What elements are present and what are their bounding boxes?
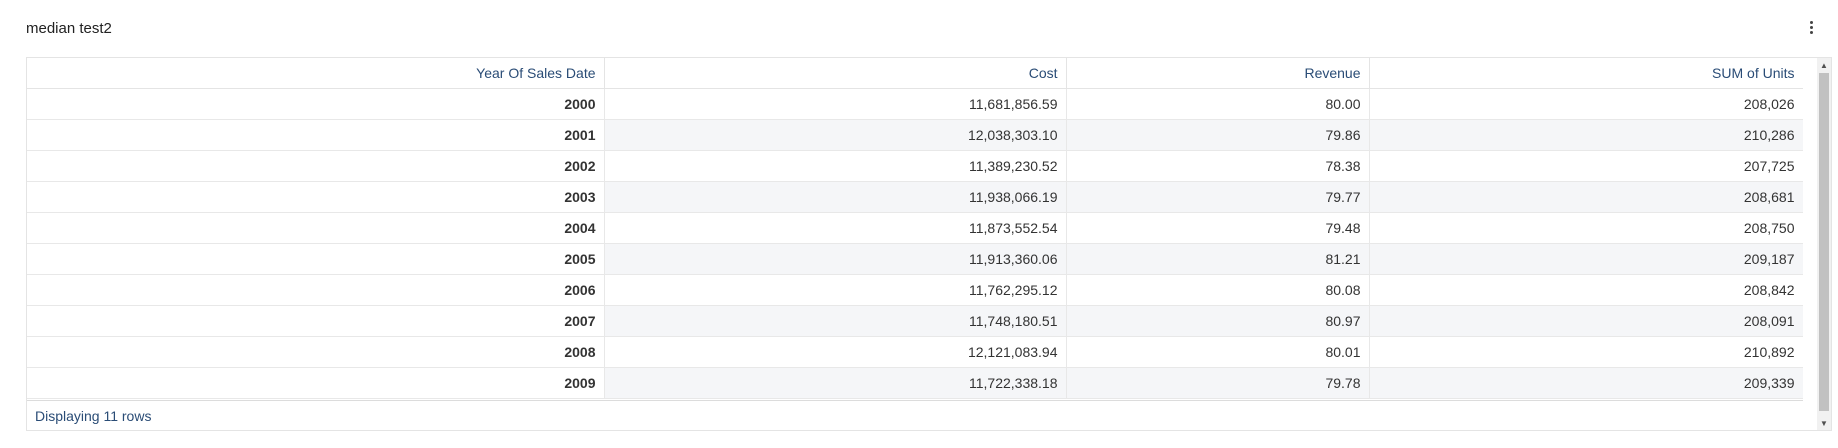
vertical-ellipsis-icon (1809, 20, 1813, 24)
table-row: 2003 11,938,066.19 79.77 208,681 (27, 181, 1803, 213)
table-widget: median test2 Year Of Sales Date Cost Rev… (0, 0, 1838, 448)
cell-sum-units: 209,339 (1369, 367, 1803, 399)
cell-cost: 11,913,360.06 (604, 243, 1067, 275)
cell-revenue: 79.77 (1066, 181, 1370, 213)
table-row: 2007 11,748,180.51 80.97 208,091 (27, 305, 1803, 337)
cell-sum-units: 208,681 (1369, 181, 1803, 213)
cell-cost: 11,762,295.12 (604, 274, 1067, 306)
column-header-sum-units[interactable]: SUM of Units (1369, 58, 1803, 89)
widget-title: median test2 (26, 20, 112, 37)
cell-cost: 12,121,083.94 (604, 336, 1067, 368)
cell-year: 2009 (27, 367, 605, 399)
cell-year: 2003 (27, 181, 605, 213)
cell-year: 2001 (27, 119, 605, 151)
cell-sum-units: 208,091 (1369, 305, 1803, 337)
data-table-scroll-area[interactable]: Year Of Sales Date Cost Revenue SUM of U… (27, 58, 1803, 400)
vertical-scrollbar[interactable]: ▲ ▼ (1817, 58, 1831, 430)
column-header-cost[interactable]: Cost (604, 58, 1067, 89)
scrollbar-thumb[interactable] (1819, 73, 1829, 411)
cell-sum-units: 208,026 (1369, 88, 1803, 120)
cell-year: 2000 (27, 88, 605, 120)
cell-cost: 11,873,552.54 (604, 212, 1067, 244)
cell-cost: 12,038,303.10 (604, 119, 1067, 151)
cell-year: 2008 (27, 336, 605, 368)
cell-revenue: 80.01 (1066, 336, 1370, 368)
cell-cost: 11,748,180.51 (604, 305, 1067, 337)
table-row: 2001 12,038,303.10 79.86 210,286 (27, 119, 1803, 151)
cell-cost: 11,681,856.59 (604, 88, 1067, 120)
table-header-row: Year Of Sales Date Cost Revenue SUM of U… (27, 58, 1803, 89)
cell-revenue: 81.21 (1066, 243, 1370, 275)
data-table-container: Year Of Sales Date Cost Revenue SUM of U… (26, 57, 1832, 431)
triangle-up-icon[interactable]: ▲ (1817, 58, 1831, 72)
table-row: 2002 11,389,230.52 78.38 207,725 (27, 150, 1803, 182)
table-row: 2009 11,722,338.18 79.78 209,339 (27, 367, 1803, 399)
column-header-year[interactable]: Year Of Sales Date (27, 58, 605, 89)
cell-year: 2002 (27, 150, 605, 182)
row-count-label: Displaying 11 rows (35, 408, 152, 424)
cell-sum-units: 210,286 (1369, 119, 1803, 151)
cell-year: 2007 (27, 305, 605, 337)
cell-year: 2005 (27, 243, 605, 275)
table-row: 2006 11,762,295.12 80.08 208,842 (27, 274, 1803, 306)
cell-sum-units: 208,750 (1369, 212, 1803, 244)
widget-menu-button[interactable] (1804, 16, 1818, 38)
cell-revenue: 80.00 (1066, 88, 1370, 120)
data-table: Year Of Sales Date Cost Revenue SUM of U… (27, 58, 1803, 399)
cell-sum-units: 207,725 (1369, 150, 1803, 182)
cell-cost: 11,722,338.18 (604, 367, 1067, 399)
table-row: 2004 11,873,552.54 79.48 208,750 (27, 212, 1803, 244)
cell-revenue: 79.48 (1066, 212, 1370, 244)
triangle-down-icon[interactable]: ▼ (1817, 416, 1831, 430)
cell-revenue: 80.08 (1066, 274, 1370, 306)
cell-sum-units: 208,842 (1369, 274, 1803, 306)
column-header-revenue[interactable]: Revenue (1066, 58, 1370, 89)
ellipsis-dot (1809, 30, 1813, 34)
cell-cost: 11,389,230.52 (604, 150, 1067, 182)
table-body: 2000 11,681,856.59 80.00 208,026 2001 12,038,… (27, 88, 1803, 399)
cell-revenue: 78.38 (1066, 150, 1370, 182)
cell-sum-units: 210,892 (1369, 336, 1803, 368)
cell-cost: 11,938,066.19 (604, 181, 1067, 213)
cell-year: 2004 (27, 212, 605, 244)
table-row: 2005 11,913,360.06 81.21 209,187 (27, 243, 1803, 275)
cell-revenue: 80.97 (1066, 305, 1370, 337)
cell-sum-units: 209,187 (1369, 243, 1803, 275)
ellipsis-dot (1809, 25, 1813, 29)
cell-revenue: 79.78 (1066, 367, 1370, 399)
cell-revenue: 79.86 (1066, 119, 1370, 151)
table-row: 2008 12,121,083.94 80.01 210,892 (27, 336, 1803, 368)
cell-year: 2006 (27, 274, 605, 306)
table-row: 2000 11,681,856.59 80.00 208,026 (27, 88, 1803, 120)
table-footer: Displaying 11 rows (27, 400, 1803, 430)
